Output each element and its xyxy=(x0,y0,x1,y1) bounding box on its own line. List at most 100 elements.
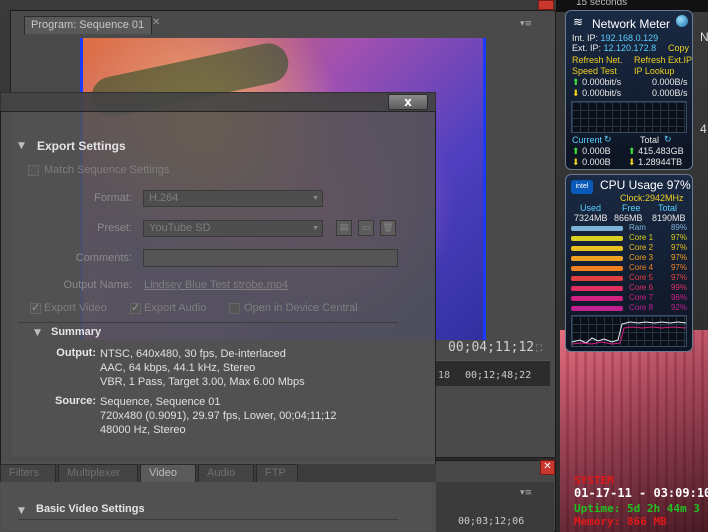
match-sequence-label: Match Sequence Settings xyxy=(44,164,170,176)
system-uptime: Uptime: 5d 2h 44m 3 xyxy=(574,502,700,515)
dialog-close-button[interactable]: x xyxy=(388,94,428,110)
cpu-row-bar xyxy=(571,246,623,251)
cpu-row-name: Core 6 xyxy=(629,283,654,292)
cpu-row: Ram 89% xyxy=(571,223,689,233)
preset-dropdown[interactable]: YouTube SD ▼ xyxy=(143,220,323,237)
ram-used-label: Used xyxy=(580,203,602,213)
open-device-central-checkbox[interactable] xyxy=(229,303,240,314)
copy-link[interactable]: Copy xyxy=(668,43,689,53)
chevron-down-icon: ▼ xyxy=(312,225,319,232)
speed-test-link[interactable]: Speed Test xyxy=(572,66,617,76)
summary-source-line: 48000 Hz, Stereo xyxy=(100,424,186,436)
divider xyxy=(18,322,398,323)
cpu-row: Core 3 97% xyxy=(571,253,689,263)
arrow-up-icon: ⬆ xyxy=(572,146,580,156)
open-device-central-label: Open in Device Central xyxy=(244,302,358,314)
summary-output-line: NTSC, 640x480, 30 fps, De-interlaced xyxy=(100,348,286,360)
comments-field[interactable] xyxy=(143,249,398,267)
delete-preset-icon[interactable]: 🗑 xyxy=(380,220,396,236)
save-preset-icon[interactable]: ▤ xyxy=(336,220,352,236)
side-letter-n: N xyxy=(700,30,708,44)
cpu-row-value: 97% xyxy=(670,243,687,252)
summary-source-line: Sequence, Sequence 01 xyxy=(100,396,221,408)
top-window-close-button[interactable] xyxy=(538,0,554,10)
basic-video-heading: Basic Video Settings xyxy=(36,503,145,515)
summary-output-text: NTSC, 640x480, 30 fps, De-interlaced AAC… xyxy=(100,347,305,389)
ip-lookup-link[interactable]: IP Lookup xyxy=(634,66,674,76)
import-preset-icon[interactable]: ▭ xyxy=(358,220,374,236)
panel-menu-icon[interactable]: ▾≡ xyxy=(520,19,538,29)
download-bytes: 0.000B/s xyxy=(652,88,688,98)
top-strip-label: 15 seconds xyxy=(576,0,628,8)
cpu-row: Core 8 92% xyxy=(571,303,689,313)
refresh-icon[interactable]: ↻ xyxy=(604,134,612,145)
ram-used: 7324MB xyxy=(574,213,608,223)
summary-source-line: 720x480 (0.9091), 29.97 fps, Lower, 00;0… xyxy=(100,410,337,422)
arrow-down-icon: ⬇ xyxy=(572,88,580,98)
dialog-titlebar[interactable] xyxy=(0,92,436,112)
ruler-left-label: 18 xyxy=(438,370,451,381)
total-label: Total xyxy=(640,135,660,145)
refresh-icon[interactable]: ↻ xyxy=(664,134,672,145)
cpu-row: Core 4 97% xyxy=(571,263,689,273)
match-sequence-checkbox[interactable] xyxy=(28,165,39,176)
arrow-down-icon: ⬇ xyxy=(628,157,636,167)
ram-total-label: Total xyxy=(658,203,678,213)
upload-bytes: 0.000B/s xyxy=(652,77,688,87)
refresh-net-link[interactable]: Refresh Net. xyxy=(572,55,623,65)
lower-panel-close-button[interactable]: ✕ xyxy=(540,460,555,475)
tab-multiplexer[interactable]: Multiplexer xyxy=(58,464,138,482)
lower-timecode[interactable]: 00;03;12;06 xyxy=(458,516,524,527)
program-timecode[interactable]: 00;04;11;12 xyxy=(448,340,534,355)
current-down-row: ⬇ 0.000B xyxy=(572,157,611,168)
network-graph xyxy=(571,101,687,133)
collapse-triangle-icon[interactable]: ▼ xyxy=(34,328,41,338)
cpu-row-name: Core 8 xyxy=(629,303,654,312)
cpu-row-name: Core 5 xyxy=(629,273,654,282)
total-down-row: ⬇ 1.28944TB xyxy=(628,157,682,168)
close-icon[interactable]: ✕ xyxy=(152,17,164,29)
output-name-link[interactable]: Lindsey Blue Test strobe.mp4 xyxy=(144,279,288,291)
cpu-row-value: 99% xyxy=(670,283,687,292)
panel-menu-icon[interactable]: ▾≡ xyxy=(520,488,532,498)
cpu-row-bar xyxy=(571,226,623,231)
format-dropdown[interactable]: H.264 ▼ xyxy=(143,190,323,207)
collapse-triangle-icon[interactable]: ▼ xyxy=(18,141,25,151)
cpu-row-name: Core 2 xyxy=(629,243,654,252)
globe-icon[interactable] xyxy=(676,15,688,27)
download-bits: 0.000bit/s xyxy=(582,88,622,98)
export-video-checkbox[interactable] xyxy=(30,301,41,314)
download-rate-row: ⬇ 0.000bit/s xyxy=(572,88,621,99)
refresh-ext-ip-link[interactable]: Refresh Ext.IP xyxy=(634,55,692,65)
system-datetime: 01-17-11 - 03:09:10 xyxy=(574,486,708,500)
collapse-triangle-icon[interactable]: ▼ xyxy=(18,506,25,516)
tab-ftp[interactable]: FTP xyxy=(256,464,298,482)
cpu-row-bar xyxy=(571,286,623,291)
cpu-row-bar xyxy=(571,266,623,271)
cpu-row-name: Ram xyxy=(629,223,646,232)
network-meter-title: Network Meter xyxy=(592,17,671,31)
side-letter-four: 4 xyxy=(700,122,707,136)
cpu-graph-line xyxy=(571,321,687,345)
summary-output-label: Output: xyxy=(56,347,96,359)
tab-filters[interactable]: Filters xyxy=(0,464,56,482)
tab-video[interactable]: Video xyxy=(140,464,196,482)
cpu-row-bar xyxy=(571,256,623,261)
tab-program-sequence[interactable]: Program: Sequence 01 xyxy=(24,16,152,34)
ext-ip-value: 12.120.172.8 xyxy=(603,43,657,53)
ext-ip-row: Ext. IP: 12.120.172.8 xyxy=(572,43,656,53)
fit-icon[interactable]: ⛶ xyxy=(536,344,542,354)
intel-logo-icon: intel xyxy=(571,180,593,194)
cpu-usage-title: CPU Usage 97% xyxy=(600,178,691,192)
cpu-row-bar xyxy=(571,276,623,281)
chevron-down-icon: ▼ xyxy=(312,195,319,202)
int-ip-row: Int. IP: 192.168.0.129 xyxy=(572,33,658,43)
current-up-row: ⬆ 0.000B xyxy=(572,146,611,157)
int-ip-label: Int. IP: xyxy=(572,33,599,43)
summary-heading: Summary xyxy=(51,326,102,338)
output-name-label: Output Name: xyxy=(63,279,132,291)
ram-free: 866MB xyxy=(614,213,643,223)
cpu-row-value: 96% xyxy=(670,293,687,302)
export-audio-checkbox[interactable] xyxy=(130,301,141,314)
tab-audio[interactable]: Audio xyxy=(198,464,254,482)
